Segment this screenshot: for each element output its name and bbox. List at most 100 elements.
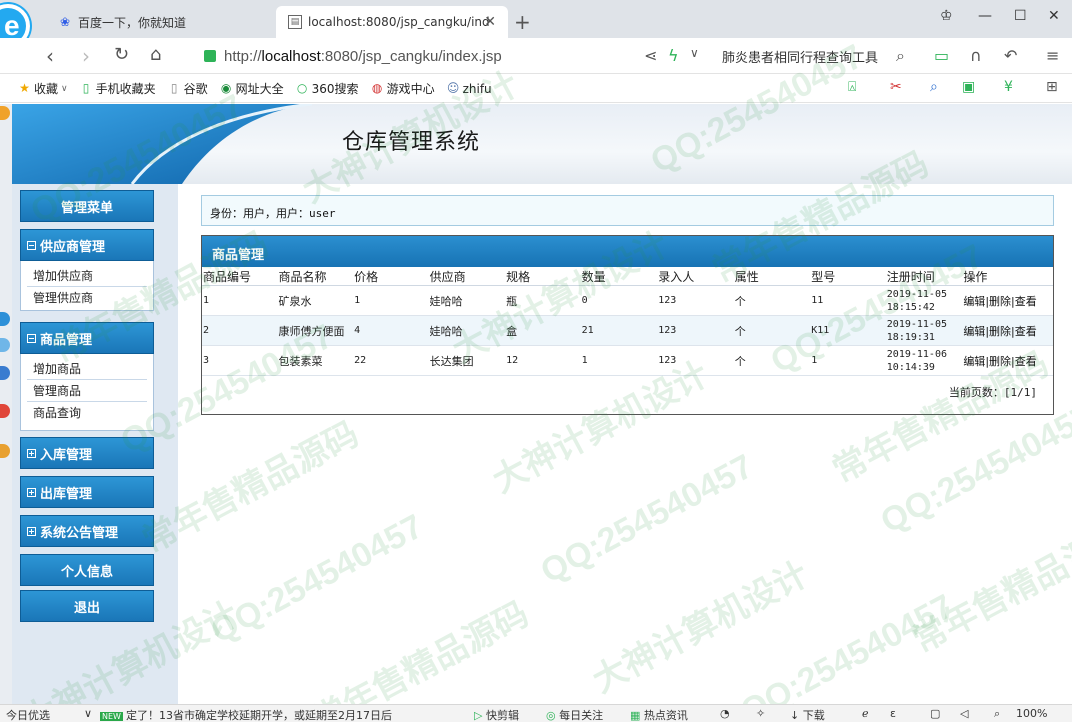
browser-e-icon[interactable]: ℯ [862, 707, 869, 720]
cell-name: 康师傅方便面 [277, 315, 354, 346]
battery-icon[interactable]: ▭ [934, 46, 949, 65]
header-swoosh [12, 104, 312, 184]
gamepad-icon[interactable]: ▣ [962, 79, 975, 95]
url-input[interactable]: http://localhost:8080/jsp_cangku/index.j… [204, 44, 714, 68]
bookmark-directory[interactable]: ◉ 网址大全 [220, 80, 284, 97]
speaker-icon[interactable]: ◁ [960, 707, 968, 720]
menu-item-add-supplier[interactable]: 增加供应商 [27, 265, 147, 287]
url-text: http://localhost:8080/jsp_cangku/index.j… [224, 47, 502, 65]
tab-title: 百度一下，你就知道 [78, 15, 187, 30]
menu-group-outbound[interactable]: 出库管理 [20, 476, 154, 508]
back-icon[interactable]: ‹ [46, 44, 54, 68]
ie-icon[interactable]: ε [890, 707, 896, 720]
new-tab-icon[interactable]: + [514, 10, 531, 34]
pin-icon[interactable]: ✧ [756, 707, 765, 720]
apps-icon[interactable]: ⊞ [1046, 79, 1058, 95]
download-item[interactable]: ↓ 下载 [790, 707, 825, 722]
view-link[interactable]: |查看 [1011, 295, 1037, 308]
table-row: 3 包装素菜 22 长达集团 12 1 123 个 1 2019-11-06 10… [202, 345, 1053, 376]
edit-link[interactable]: 编辑 [963, 325, 985, 338]
hot-news-item[interactable]: ▦ 热点资讯 [630, 707, 688, 722]
minimize-icon[interactable]: — [978, 8, 992, 24]
view-link[interactable]: |查看 [1011, 355, 1037, 368]
magnifier-icon[interactable]: ⌕ [930, 79, 938, 95]
side-app-icon[interactable] [0, 444, 10, 458]
side-app-icon[interactable] [0, 404, 10, 418]
menu-item-query-goods[interactable]: 商品查询 [27, 402, 147, 424]
secure-icon [204, 50, 216, 62]
bookmark-games[interactable]: ◍ 游戏中心 [371, 80, 435, 97]
delete-link[interactable]: |删除 [985, 295, 1011, 308]
search-input[interactable]: 肺炎患者相同行程查询工具 [722, 47, 910, 66]
side-app-icon[interactable] [0, 366, 10, 380]
cell-spec: 盒 [505, 315, 581, 346]
cell-reg-time: 2019-11-05 18:15:42 [885, 285, 963, 316]
yen-icon[interactable]: ¥ [1004, 79, 1013, 95]
cell-name: 包装素菜 [277, 345, 354, 376]
quick-edit-item[interactable]: ▷ 快剪辑 [474, 707, 519, 722]
share-icon[interactable]: ⋖ [644, 46, 657, 65]
undo-icon[interactable]: ↶ [1004, 46, 1017, 65]
cut-icon[interactable]: ✂ [890, 79, 902, 95]
menu-item-manage-supplier[interactable]: 管理供应商 [27, 287, 147, 309]
translate-icon[interactable]: ⍓ [848, 79, 856, 95]
delete-link[interactable]: |删除 [985, 355, 1011, 368]
bookmark-zhifu[interactable]: ☺ zhifu [447, 82, 492, 96]
column-header: 规格 [505, 267, 581, 286]
view-link[interactable]: |查看 [1011, 325, 1037, 338]
menu-icon[interactable]: ≡ [1046, 46, 1059, 65]
menu-group-supplier[interactable]: 供应商管理 [20, 229, 154, 261]
cell-unit: 个 [733, 315, 811, 346]
zoom-icon[interactable]: ⌕ [994, 707, 1000, 721]
news-ticker[interactable]: NEW 定了！13省市确定学校延期开学，或延期至2月17日后 [100, 707, 392, 722]
goods-panel: 商品管理 商品编号 商品名称 价格 供应商 规格 数量 录入人 属性 型号 注册… [201, 235, 1054, 415]
menu-item-add-goods[interactable]: 增加商品 [27, 358, 147, 380]
side-app-icon[interactable] [0, 106, 10, 120]
forward-icon[interactable]: › [82, 44, 90, 68]
cell-unit: 个 [733, 285, 811, 316]
daily-picks-label[interactable]: 今日优选 [6, 707, 50, 722]
cell-qty: 0 [580, 285, 658, 316]
close-window-icon[interactable]: ✕ [1048, 8, 1060, 24]
table-header-row: 商品编号 商品名称 价格 供应商 规格 数量 录入人 属性 型号 注册时间 操作 [202, 267, 1053, 286]
cell-id: 2 [202, 315, 278, 346]
maximize-icon[interactable]: ☐ [1014, 8, 1027, 24]
side-app-icon[interactable] [0, 312, 10, 326]
menu-item-manage-goods[interactable]: 管理商品 [27, 380, 147, 402]
daily-follow-item[interactable]: ◎ 每日关注 [546, 707, 603, 722]
chevron-down-icon[interactable]: ∨ [84, 707, 92, 720]
edit-link[interactable]: 编辑 [963, 355, 985, 368]
delete-link[interactable]: |删除 [985, 325, 1011, 338]
cell-model: 1 [810, 345, 886, 376]
play-icon: ▷ [474, 709, 483, 722]
bookmark-google[interactable]: ▯ 谷歌 [168, 80, 208, 97]
bookmark-favorites[interactable]: ★ 收藏 ∨ [18, 80, 68, 97]
tab-baidu[interactable]: ❀ 百度一下，你就知道 [46, 6, 274, 38]
clock-icon[interactable]: ◔ [720, 707, 730, 720]
pager-text: 当前页数：[1/1] [948, 386, 1037, 399]
menu-group-goods[interactable]: 商品管理 [20, 322, 154, 354]
personal-info-button[interactable]: 个人信息 [20, 554, 154, 586]
logout-button[interactable]: 退出 [20, 590, 154, 622]
side-app-icon[interactable] [0, 338, 10, 352]
close-tab-icon[interactable]: ✕ [484, 14, 496, 30]
tab-localhost[interactable]: ▤ localhost:8080/jsp_cangku/ind ✕ [276, 6, 508, 38]
zoom-level[interactable]: 100% [1016, 707, 1047, 720]
menu-group-notice[interactable]: 系统公告管理 [20, 515, 154, 547]
column-header: 供应商 [428, 267, 506, 286]
lightning-icon[interactable]: ϟ [668, 46, 679, 65]
shirt-icon[interactable]: ♔ [940, 8, 953, 24]
home-icon[interactable]: ⌂ [150, 44, 161, 65]
headphones-icon[interactable]: ∩ [970, 46, 982, 65]
bookmark-mobile[interactable]: ▯ 手机收藏夹 [80, 80, 156, 97]
window-icon[interactable]: ▢ [930, 707, 940, 720]
search-icon[interactable]: ⌕ [896, 46, 905, 66]
edit-link[interactable]: 编辑 [963, 295, 985, 308]
bookmark-360-search[interactable]: ○ 360搜索 [296, 80, 359, 97]
chevron-down-icon[interactable]: ∨ [690, 46, 699, 60]
circle-play-icon: ◎ [546, 709, 556, 722]
column-header: 注册时间 [885, 267, 963, 286]
menu-group-inbound[interactable]: 入库管理 [20, 437, 154, 469]
reload-icon[interactable]: ↻ [114, 44, 129, 65]
cell-supplier: 娃哈哈 [428, 285, 506, 316]
